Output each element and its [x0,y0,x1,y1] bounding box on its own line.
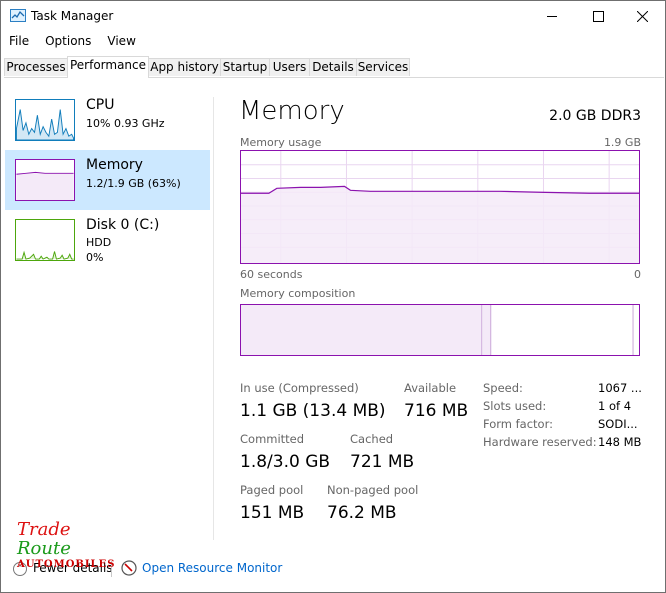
disk-usage: 0% [86,251,104,264]
memory-label: Memory [86,157,143,173]
form-factor-value: SODI... [598,417,638,431]
paged-pool-label: Paged pool [240,483,304,497]
tab-details[interactable]: Details [309,58,357,76]
tab-services[interactable]: Services [356,58,410,76]
memory-composition-label: Memory composition [240,287,356,300]
title-bar: Task Manager [1,1,665,31]
memory-usage-label: Memory usage [240,136,322,149]
open-resource-monitor-link[interactable]: Open Resource Monitor [142,561,282,575]
tab-processes[interactable]: Processes [4,58,68,76]
logo-line-3: AUTOMOBILES [17,559,116,570]
slots-used-label: Slots used: [483,399,547,413]
menu-file[interactable]: File [1,32,37,52]
trade-route-logo: Trade Route AUTOMOBILES [17,519,114,579]
menu-options[interactable]: Options [37,32,99,52]
panel-divider [213,97,214,540]
speed-value: 1067 ... [598,381,642,395]
memory-usage-graph [240,150,640,264]
available-label: Available [404,381,457,395]
committed-label: Committed [240,432,305,446]
resource-monitor-icon [121,560,137,576]
close-icon [636,10,648,22]
cpu-label: CPU [86,97,115,113]
close-button[interactable] [619,1,665,31]
tab-startup[interactable]: Startup [220,58,270,76]
resource-cpu[interactable]: CPU 10% 0.93 GHz [5,90,210,150]
memory-usage-max: 1.9 GB [603,136,641,149]
form-factor-label: Form factor: [483,417,553,431]
tab-app-history[interactable]: App history [148,58,221,76]
logo-line-2: Route [17,538,71,559]
menu-view[interactable]: View [99,32,143,52]
maximize-icon [592,10,604,22]
non-paged-pool-value: 76.2 MB [327,503,397,523]
task-manager-window: Task Manager File Options View Processes… [0,0,666,593]
logo-line-1: Trade [17,519,71,540]
memory-thumbnail-graph [15,159,75,201]
tab-strip: Processes Performance App history Startu… [4,56,664,78]
non-paged-pool-label: Non-paged pool [327,483,419,497]
cpu-thumbnail-graph [15,99,75,141]
resource-disk-0[interactable]: Disk 0 (C:) HDD 0% [5,210,210,270]
available-value: 716 MB [404,401,469,421]
slots-used-value: 1 of 4 [598,399,632,413]
graph-time-end: 0 [634,268,641,281]
memory-spec: 2.0 GB DDR3 [549,108,641,124]
disk-type: HDD [86,236,112,249]
menu-bar: File Options View [1,32,144,52]
hardware-reserved-value: 148 MB [598,435,642,449]
in-use-label: In use (Compressed) [240,381,359,395]
task-manager-app-icon [10,9,26,22]
committed-value: 1.8/3.0 GB [240,452,331,472]
speed-label: Speed: [483,381,523,395]
minimize-icon [546,15,557,17]
tab-performance[interactable]: Performance [67,56,149,78]
memory-usage: 1.2/1.9 GB (63%) [86,177,181,190]
resource-list: CPU 10% 0.93 GHz Memory 1.2/1.9 GB (63%)… [1,78,213,538]
minimize-button[interactable] [529,1,575,31]
tab-users[interactable]: Users [269,58,310,76]
page-title: Memory [239,96,345,126]
hardware-reserved-label: Hardware reserved: [483,435,597,449]
graph-time-start: 60 seconds [240,268,303,281]
in-use-value: 1.1 GB (13.4 MB) [240,401,386,421]
cached-value: 721 MB [350,452,415,472]
disk-thumbnail-graph [15,219,75,261]
disk-label: Disk 0 (C:) [86,217,160,233]
window-title: Task Manager [31,9,114,23]
maximize-button[interactable] [575,1,621,31]
memory-composition-bar [240,304,640,356]
cached-label: Cached [350,432,394,446]
paged-pool-value: 151 MB [240,503,305,523]
resource-memory[interactable]: Memory 1.2/1.9 GB (63%) [5,150,210,210]
cpu-usage: 10% 0.93 GHz [86,117,165,130]
